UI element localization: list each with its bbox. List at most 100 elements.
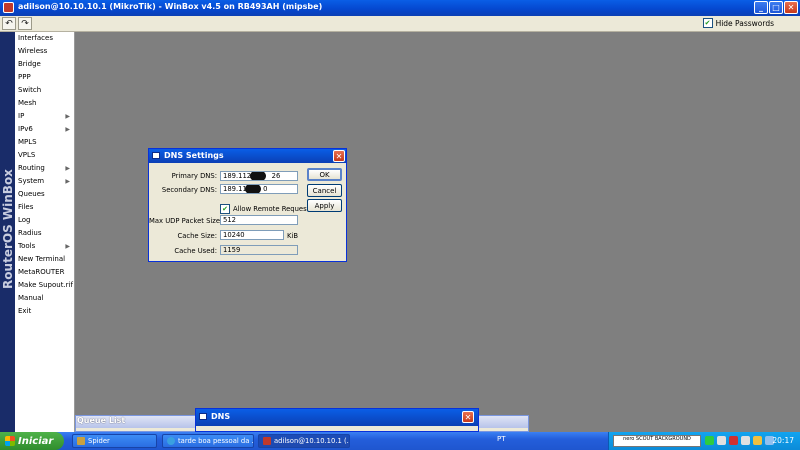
ok-button[interactable]: OK (307, 168, 342, 181)
menu-item-new-terminal[interactable]: New Terminal (15, 253, 74, 266)
cancel-button[interactable]: Cancel (307, 184, 342, 197)
minimize-button[interactable]: _ (754, 1, 768, 14)
menu-item-mesh[interactable]: Mesh (15, 97, 74, 110)
menu-item-ipv6[interactable]: IPv6 ▶ (15, 123, 74, 136)
task-browser[interactable]: tarde boa pessoal da ... (162, 434, 254, 448)
menu-item-interfaces[interactable]: Interfaces (15, 32, 74, 45)
cache-size-field[interactable]: 10240 (220, 230, 284, 240)
menu-item-label: Wireless (18, 47, 48, 55)
menu-item-label: IPv6 (18, 125, 33, 133)
window-icon (152, 152, 160, 159)
menu-item-queues[interactable]: Queues (15, 188, 74, 201)
dns-window[interactable]: DNS ✕ (195, 408, 479, 432)
window-title-bar[interactable]: adilson@10.10.10.1 (MikroTik) - WinBox v… (0, 0, 800, 16)
start-label: Iniciar (18, 435, 54, 447)
menu-item-label: PPP (18, 73, 31, 81)
routeros-brand-strip: RouterOS WinBox (0, 32, 15, 432)
menu-item-wireless[interactable]: Wireless (15, 45, 74, 58)
winbox-app-icon (3, 2, 14, 13)
primary-dns-suffix: 26 (271, 172, 281, 180)
menu-item-vpls[interactable]: VPLS (15, 149, 74, 162)
submenu-arrow-icon: ▶ (65, 165, 70, 172)
menu-item-mpls[interactable]: MPLS (15, 136, 74, 149)
redaction-scribble (250, 172, 266, 180)
menu-item-label: IP (18, 112, 25, 120)
window-icon (199, 413, 207, 420)
submenu-arrow-icon: ▶ (65, 113, 70, 120)
dns-window-title-bar[interactable]: DNS ✕ (196, 409, 478, 426)
maximize-button[interactable]: □ (769, 1, 783, 14)
system-tray: nero SCOUT BACKGROUND 20:17 (608, 432, 800, 450)
hide-passwords-toggle[interactable]: ✔ Hide Passwords (702, 18, 774, 28)
security-icon[interactable] (729, 436, 738, 445)
menu-item-label: Switch (18, 86, 42, 94)
close-button[interactable]: ✕ (784, 1, 798, 14)
redo-button[interactable]: ↷ (18, 17, 32, 30)
dns-settings-dialog: DNS Settings ✕ Primary DNS: 189.112. 26 … (148, 148, 347, 262)
hide-passwords-label: Hide Passwords (715, 18, 774, 28)
language-indicator[interactable]: PT (497, 435, 506, 443)
menu-item-manual[interactable]: Manual (15, 292, 74, 305)
allow-remote-checkbox[interactable]: ✔ (220, 204, 230, 214)
primary-dns-field[interactable]: 189.112. 26 (220, 171, 298, 181)
menu-item-label: MPLS (18, 138, 37, 146)
menu-item-ppp[interactable]: PPP (15, 71, 74, 84)
windows-flag-icon (5, 436, 15, 446)
task-spider[interactable]: Spider (72, 434, 157, 448)
redaction-scribble (245, 185, 261, 193)
menu-item-make-supout-rif[interactable]: Make Supout.rif (15, 279, 74, 292)
dns-window-title: DNS (211, 412, 231, 421)
taskbar: Iniciar Spider tarde boa pessoal da ... … (0, 432, 800, 450)
primary-dns-value: 189.112. (223, 172, 254, 180)
menu-item-label: Exit (18, 307, 32, 315)
menu-item-routing[interactable]: Routing ▶ (15, 162, 74, 175)
cache-used-field: 1159 (220, 245, 298, 255)
menu-item-label: Interfaces (18, 34, 53, 42)
menu-item-bridge[interactable]: Bridge (15, 58, 74, 71)
submenu-arrow-icon: ▶ (65, 126, 70, 133)
menu-item-label: Queues (18, 190, 45, 198)
menu-item-label: Log (18, 216, 31, 224)
menu-item-ip[interactable]: IP ▶ (15, 110, 74, 123)
max-udp-field[interactable]: 512 (220, 215, 298, 225)
cache-size-label: Cache Size: (177, 232, 217, 240)
network-icon[interactable] (705, 436, 714, 445)
menu-item-exit[interactable]: Exit (15, 305, 74, 318)
start-button[interactable]: Iniciar (0, 432, 64, 450)
task-winbox[interactable]: adilson@10.10.10.1 (... (258, 434, 350, 448)
primary-dns-label: Primary DNS: (171, 172, 217, 180)
network-icon[interactable] (741, 436, 750, 445)
secondary-dns-field[interactable]: 189.11 0 (220, 184, 298, 194)
menu-item-log[interactable]: Log (15, 214, 74, 227)
dialog-close-button[interactable]: ✕ (333, 150, 345, 162)
menu-item-tools[interactable]: Tools ▶ (15, 240, 74, 253)
toolbar: ↶ ↷ ✔ Hide Passwords (0, 16, 800, 32)
menu-item-label: VPLS (18, 151, 36, 159)
menu-item-label: Manual (18, 294, 44, 302)
allow-remote-requests-toggle[interactable]: ✔ Allow Remote Requests (220, 204, 313, 214)
apply-button[interactable]: Apply (307, 199, 342, 212)
nero-scout-tray-widget[interactable]: nero SCOUT BACKGROUND (613, 435, 701, 447)
hide-passwords-checkbox[interactable]: ✔ (702, 18, 713, 28)
undo-button[interactable]: ↶ (2, 17, 16, 30)
secondary-dns-label: Secondary DNS: (161, 186, 217, 194)
menu-item-metarouter[interactable]: MetaROUTER (15, 266, 74, 279)
menu-item-files[interactable]: Files (15, 201, 74, 214)
winbox-icon (263, 437, 271, 445)
dns-window-close-button[interactable]: ✕ (462, 411, 474, 423)
dialog-title: DNS Settings (164, 151, 224, 160)
clock[interactable]: 20:17 (772, 436, 794, 445)
browser-icon (167, 437, 175, 445)
task-label: adilson@10.10.10.1 (... (274, 437, 350, 445)
menu-item-switch[interactable]: Switch (15, 84, 74, 97)
volume-icon[interactable] (753, 436, 762, 445)
dialog-title-bar[interactable]: DNS Settings ✕ (149, 149, 346, 163)
network-icon[interactable] (717, 436, 726, 445)
task-label: Spider (88, 437, 110, 445)
submenu-arrow-icon: ▶ (65, 178, 70, 185)
menu-item-radius[interactable]: Radius (15, 227, 74, 240)
submenu-arrow-icon: ▶ (65, 243, 70, 250)
menu-item-label: Mesh (18, 99, 37, 107)
menu-item-system[interactable]: System ▶ (15, 175, 74, 188)
cache-size-unit: KiB (287, 232, 299, 240)
